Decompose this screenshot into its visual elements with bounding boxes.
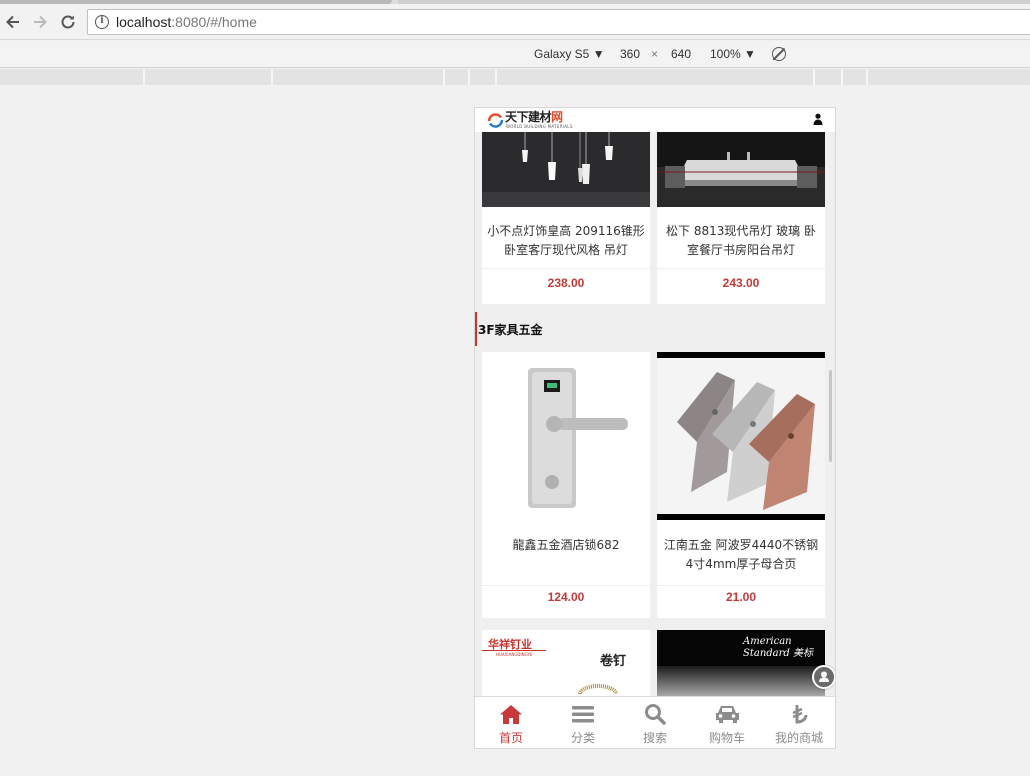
product-card[interactable]: 华祥钉业 HUAXIANGDINGYE 卷钉 bbox=[482, 630, 650, 696]
app-header: 天下建材网 WORLD BUILDING MATERIALS bbox=[475, 108, 835, 132]
info-icon[interactable]: i bbox=[95, 15, 109, 29]
product-price: 21.00 bbox=[725, 590, 757, 604]
media-segment[interactable] bbox=[868, 69, 1030, 85]
media-segment[interactable] bbox=[497, 69, 815, 85]
forward-button[interactable] bbox=[29, 11, 51, 33]
tab-label: 我的商城 bbox=[774, 731, 823, 745]
product-image[interactable] bbox=[657, 132, 825, 207]
floating-user-button[interactable] bbox=[812, 665, 835, 689]
product-name[interactable]: 江南五金 阿波罗4440不锈钢4寸4mm厚子母合页 bbox=[661, 536, 821, 574]
media-segment[interactable] bbox=[445, 69, 470, 85]
card-divider bbox=[482, 268, 650, 269]
product-name[interactable]: 龍鑫五金酒店锁682 bbox=[486, 536, 646, 555]
tab-cart[interactable]: 购物车 bbox=[691, 697, 763, 748]
media-segment[interactable] bbox=[843, 69, 868, 85]
media-segment[interactable] bbox=[145, 69, 273, 85]
bottom-tab-bar: 首页 分类 搜索 购物车 我的商城 bbox=[475, 696, 835, 748]
section-title: 3F家具五金 bbox=[478, 323, 543, 337]
zoom-select[interactable]: 100% ▼ bbox=[710, 47, 756, 62]
site-logo[interactable]: 天下建材网 WORLD BUILDING MATERIALS bbox=[487, 111, 577, 130]
media-query-bar bbox=[0, 69, 1030, 85]
media-segment[interactable] bbox=[815, 69, 843, 85]
door-lock-image bbox=[482, 352, 650, 520]
product-card[interactable]: 松下 8813现代吊灯 玻璃 卧室餐厅书房阳台吊灯 243.00 bbox=[657, 132, 825, 304]
product-card[interactable]: 江南五金 阿波罗4440不锈钢4寸4mm厚子母合页 21.00 bbox=[657, 352, 825, 618]
product-price: 124.00 bbox=[547, 590, 585, 604]
logo-subtitle: WORLD BUILDING MATERIALS bbox=[506, 124, 573, 129]
product-tag: 卷钉 bbox=[600, 654, 627, 669]
rotate-icon[interactable] bbox=[772, 47, 786, 61]
card-divider bbox=[657, 585, 825, 586]
product-name[interactable]: 小不点灯饰皇高 209116锥形卧室客厅现代风格 吊灯 bbox=[486, 222, 646, 260]
reload-icon bbox=[61, 15, 75, 29]
dimension-separator: × bbox=[651, 47, 659, 61]
product-name[interactable]: 松下 8813现代吊灯 玻璃 卧室餐厅书房阳台吊灯 bbox=[661, 222, 821, 260]
tab-search[interactable]: 搜索 bbox=[619, 697, 691, 748]
url-text[interactable]: localhost:8080/#/home bbox=[116, 13, 257, 31]
reload-button[interactable] bbox=[57, 11, 79, 33]
home-icon bbox=[500, 705, 522, 724]
media-segment[interactable] bbox=[0, 69, 145, 85]
tab-label: 分类 bbox=[570, 731, 595, 745]
dining-room-image bbox=[657, 132, 825, 207]
browser-toolbar: i localhost:8080/#/home bbox=[0, 4, 1030, 40]
section-accent-bar bbox=[475, 312, 477, 346]
device-toolbar: Galaxy S5 ▼ 360 × 640 100% ▼ bbox=[0, 41, 1030, 68]
user-icon[interactable] bbox=[813, 113, 823, 125]
tab-label: 首页 bbox=[498, 731, 523, 745]
tab-my-store[interactable]: 我的商城 bbox=[763, 697, 835, 748]
scrollbar[interactable] bbox=[829, 370, 832, 462]
product-image[interactable] bbox=[482, 352, 650, 520]
height-field[interactable]: 640 bbox=[671, 47, 691, 62]
card-divider bbox=[657, 268, 825, 269]
tab-label: 搜索 bbox=[642, 731, 667, 745]
coil-nails-graphic bbox=[578, 684, 618, 694]
address-bar[interactable]: i localhost:8080/#/home bbox=[87, 9, 1030, 35]
menu-icon bbox=[572, 706, 594, 723]
width-field[interactable]: 360 bbox=[620, 47, 640, 62]
tab-category[interactable]: 分类 bbox=[547, 697, 619, 748]
car-icon bbox=[716, 706, 739, 723]
card-divider bbox=[482, 585, 650, 586]
product-card[interactable]: American Standard 美标 bbox=[657, 630, 825, 696]
lira-icon bbox=[792, 705, 808, 724]
product-price: 238.00 bbox=[547, 276, 585, 290]
media-segment[interactable] bbox=[470, 69, 497, 85]
product-image[interactable] bbox=[482, 132, 650, 207]
device-viewport: 天下建材网 WORLD BUILDING MATERIALS 小不点灯饰皇高 2… bbox=[474, 107, 836, 749]
hinges-image bbox=[657, 352, 825, 520]
arrow-left-icon bbox=[6, 15, 19, 29]
device-select[interactable]: Galaxy S5 ▼ bbox=[534, 47, 605, 62]
section-header-hardware: 3F家具五金 bbox=[475, 312, 835, 346]
product-image[interactable]: 华祥钉业 HUAXIANGDINGYE 卷钉 bbox=[482, 630, 650, 696]
arrow-right-icon bbox=[34, 15, 47, 29]
logo-text: 天下建材网 bbox=[505, 110, 563, 124]
product-image[interactable] bbox=[657, 352, 825, 520]
brand-logo-text: American Standard 美标 bbox=[743, 636, 813, 659]
brand-subtitle: HUAXIANGDINGYE bbox=[496, 652, 533, 657]
user-icon bbox=[819, 671, 829, 682]
media-segment[interactable] bbox=[273, 69, 445, 85]
product-card[interactable]: 龍鑫五金酒店锁682 124.00 bbox=[482, 352, 650, 618]
product-feed[interactable]: 小不点灯饰皇高 209116锥形卧室客厅现代风格 吊灯 238.00 松下 88… bbox=[475, 132, 835, 696]
product-card[interactable]: 小不点灯饰皇高 209116锥形卧室客厅现代风格 吊灯 238.00 bbox=[482, 132, 650, 304]
product-image[interactable]: American Standard 美标 bbox=[657, 630, 825, 696]
brand-underline bbox=[482, 650, 546, 651]
tab-label: 购物车 bbox=[708, 731, 745, 745]
tab-home[interactable]: 首页 bbox=[475, 697, 547, 748]
product-photo bbox=[657, 666, 825, 696]
product-price: 243.00 bbox=[722, 276, 760, 290]
logo-icon bbox=[487, 113, 504, 128]
pendant-lights-image bbox=[482, 132, 650, 207]
back-button[interactable] bbox=[2, 11, 24, 33]
search-icon bbox=[645, 704, 666, 725]
